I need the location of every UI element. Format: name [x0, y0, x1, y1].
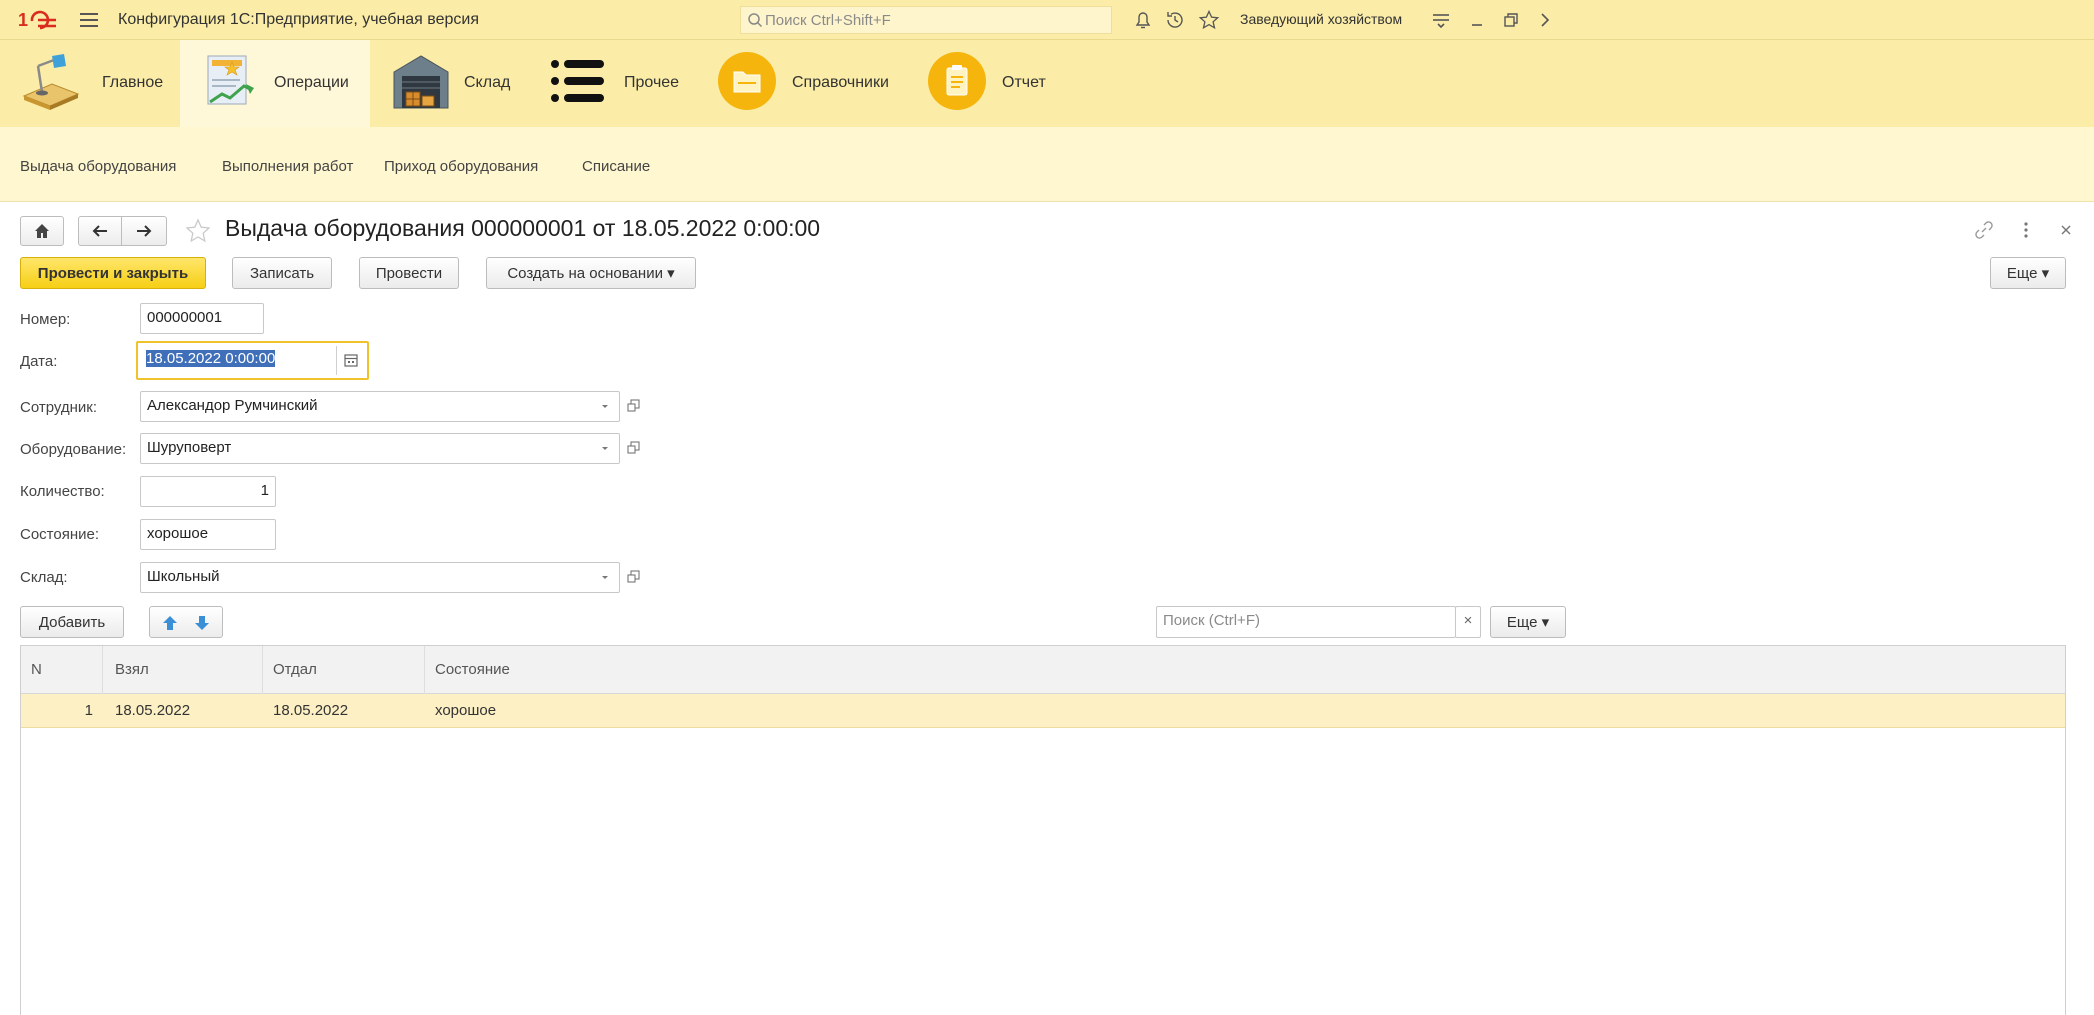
operations-chart-icon: [207, 55, 254, 105]
calendar-icon[interactable]: [343, 352, 359, 368]
equipment-dropdown-icon[interactable]: [594, 433, 616, 464]
section-main[interactable]: Главное: [0, 40, 180, 127]
section-catalogs[interactable]: Справочники: [700, 40, 910, 127]
create-based-on-button[interactable]: Создать на основании ▾: [486, 257, 696, 289]
cell-n: 1: [84, 702, 93, 719]
desk-lamp-icon: [22, 54, 80, 110]
arrow-right-icon: [137, 225, 152, 237]
folder-icon: [718, 52, 776, 110]
home-button[interactable]: [20, 216, 64, 246]
minimize-icon[interactable]: [1466, 9, 1488, 31]
nav-link-work-done[interactable]: Выполнения работ: [222, 158, 353, 175]
save-button[interactable]: Записать: [232, 257, 332, 289]
current-user-name[interactable]: Заведующий хозяйством: [1240, 11, 1402, 27]
employee-label: Сотрудник:: [20, 399, 98, 416]
equipment-label: Оборудование:: [20, 441, 127, 458]
home-icon: [35, 224, 49, 238]
list-icon: [551, 60, 604, 102]
move-row-buttons: [149, 606, 223, 638]
column-header-n[interactable]: N: [21, 646, 103, 694]
section-warehouse-label: Склад: [464, 74, 511, 91]
section-catalogs-label: Справочники: [792, 74, 889, 91]
section-other-label: Прочее: [624, 74, 680, 91]
post-button[interactable]: Провести: [359, 257, 459, 289]
section-main-label: Главное: [102, 74, 164, 91]
warehouse-label: Склад:: [20, 569, 68, 586]
table-search-input[interactable]: Поиск (Ctrl+F): [1156, 606, 1456, 638]
quantity-input[interactable]: 1: [140, 476, 276, 507]
global-search-placeholder: Поиск Ctrl+Shift+F: [765, 12, 891, 29]
navigation-panel: Выдача оборудования Выполнения работ При…: [0, 127, 2094, 202]
state-label: Состояние:: [20, 526, 100, 543]
state-input[interactable]: хорошое: [140, 519, 276, 550]
1c-logo: 1: [18, 10, 56, 30]
settings-menu-icon[interactable]: [1430, 9, 1452, 31]
app-title: Конфигурация 1С:Предприятие, учебная вер…: [118, 11, 479, 28]
chevron-right-icon[interactable]: [1534, 9, 1556, 31]
section-operations[interactable]: Операции: [180, 40, 370, 127]
history-icon[interactable]: [1164, 9, 1186, 31]
bell-icon[interactable]: [1132, 9, 1154, 31]
column-header-took[interactable]: Взял: [103, 646, 263, 694]
warehouse-icon: [393, 55, 449, 109]
employee-input[interactable]: Александор Румчинский: [140, 391, 620, 422]
table-more-button[interactable]: Еще ▾: [1490, 606, 1566, 638]
warehouse-open-icon[interactable]: [622, 562, 646, 593]
back-button[interactable]: [78, 216, 122, 246]
employee-open-icon[interactable]: [622, 391, 646, 422]
date-input-divider: [336, 346, 337, 375]
employee-dropdown-icon[interactable]: [594, 391, 616, 422]
cell-state: хорошое: [435, 702, 497, 719]
cell-took: 18.05.2022: [115, 702, 191, 719]
close-icon[interactable]: [2056, 220, 2076, 240]
date-label: Дата:: [20, 353, 58, 370]
date-input[interactable]: 18.05.2022 0:00:00: [136, 341, 369, 380]
nav-link-write-off[interactable]: Списание: [582, 158, 650, 175]
restore-window-icon[interactable]: [1500, 9, 1522, 31]
table-search-clear-button[interactable]: ×: [1455, 606, 1481, 638]
equipment-open-icon[interactable]: [622, 433, 646, 464]
move-up-icon[interactable]: [162, 615, 178, 631]
more-actions-icon[interactable]: [2016, 220, 2036, 240]
form-title: Выдача оборудования 000000001 от 18.05.2…: [225, 215, 821, 241]
link-icon[interactable]: [1974, 220, 1994, 240]
svg-text:1: 1: [18, 10, 28, 30]
section-panel: Главное Операции Склад Прочее Справочник…: [0, 40, 2094, 127]
form-more-button[interactable]: Еще ▾: [1990, 257, 2066, 289]
equipment-input[interactable]: Шуруповерт: [140, 433, 620, 464]
section-operations-label: Операции: [274, 74, 349, 91]
search-icon: [748, 13, 763, 28]
section-report-label: Отчет: [1002, 74, 1046, 91]
table-header: N Взял Отдал Состояние: [21, 646, 2065, 694]
section-warehouse[interactable]: Склад: [370, 40, 530, 127]
quantity-label: Количество:: [20, 483, 105, 500]
section-report[interactable]: Отчет: [910, 40, 1070, 127]
column-header-returned[interactable]: Отдал: [263, 646, 425, 694]
table-row[interactable]: 1 18.05.2022 18.05.2022 хорошое: [21, 694, 2065, 728]
section-other[interactable]: Прочее: [530, 40, 700, 127]
favorite-star-icon[interactable]: [184, 217, 212, 245]
global-search-input[interactable]: Поиск Ctrl+Shift+F: [740, 6, 1112, 34]
nav-link-equipment-issue[interactable]: Выдача оборудования: [20, 158, 176, 175]
favorites-star-icon[interactable]: [1198, 9, 1220, 31]
nav-link-equipment-receipt[interactable]: Приход оборудования: [384, 158, 538, 175]
warehouse-input[interactable]: Школьный: [140, 562, 620, 593]
forward-button[interactable]: [121, 216, 167, 246]
column-header-state[interactable]: Состояние: [425, 646, 2065, 694]
main-menu-icon[interactable]: [78, 9, 100, 31]
title-bar: 1 Конфигурация 1С:Предприятие, учебная в…: [0, 0, 2094, 40]
move-down-icon[interactable]: [194, 615, 210, 631]
equipment-table: N Взял Отдал Состояние 1 18.05.2022 18.0…: [20, 645, 2066, 1015]
date-input-value: 18.05.2022 0:00:00: [146, 350, 276, 367]
add-row-button[interactable]: Добавить: [20, 606, 124, 638]
number-input[interactable]: 000000001: [140, 303, 264, 334]
number-label: Номер:: [20, 311, 71, 328]
clipboard-icon: [928, 52, 986, 110]
arrow-left-icon: [92, 225, 107, 237]
post-and-close-button[interactable]: Провести и закрыть: [20, 257, 206, 289]
warehouse-dropdown-icon[interactable]: [594, 562, 616, 593]
cell-returned: 18.05.2022: [273, 702, 349, 719]
